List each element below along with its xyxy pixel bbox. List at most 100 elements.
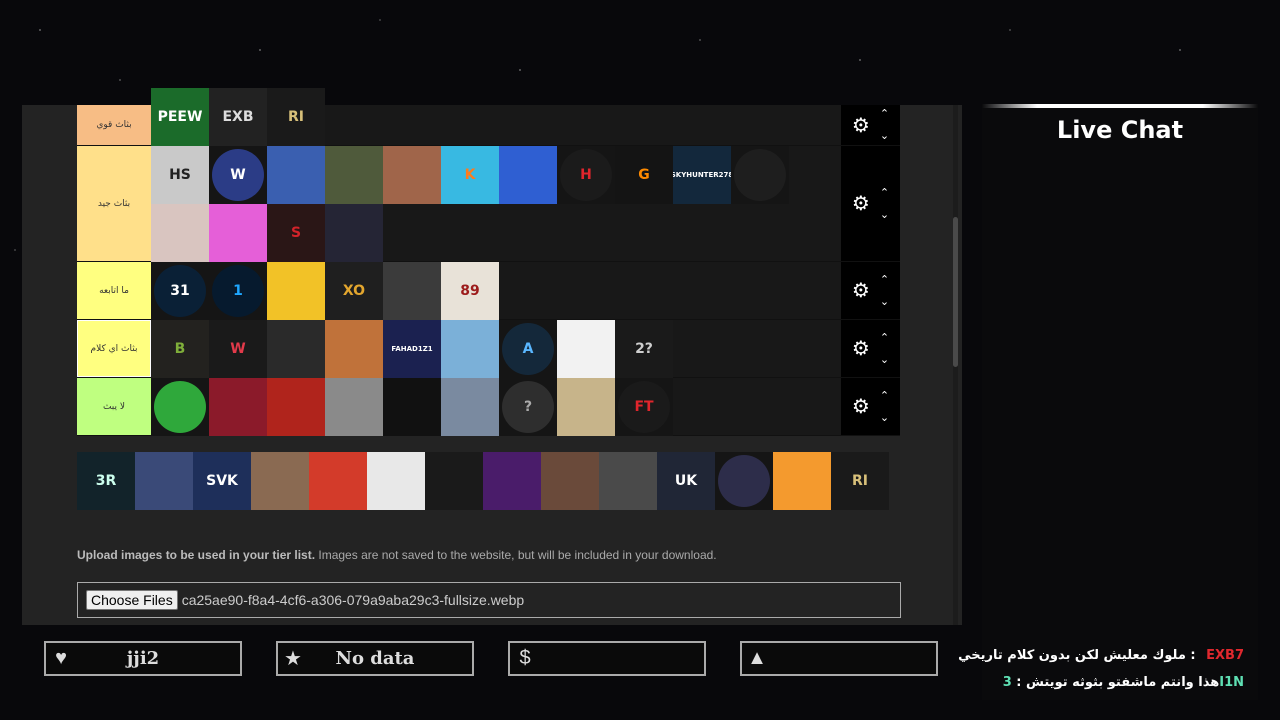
tier-image[interactable]: PEEW [151,88,209,146]
gear-icon[interactable]: ⚙ [852,191,870,216]
chevron-up-icon[interactable]: ⌃ [880,327,889,349]
file-upload-input[interactable]: Choose Files ca25ae90-f8a4-4cf6-a306-079… [77,582,901,618]
tier-row: ما اتابعه 31 1 XO 89 ⚙ ⌃ ⌄ [77,262,900,320]
tier-image[interactable] [267,378,325,436]
tier-image-label: FAHAD1Z1 [391,345,433,353]
tier-image[interactable] [367,452,425,510]
tier-image[interactable] [441,320,499,378]
tier-image-label: RI [288,109,304,125]
tier-image[interactable] [267,320,325,378]
chevron-up-icon[interactable]: ⌃ [880,385,889,407]
chevron-up-icon[interactable]: ⌃ [880,182,889,204]
gear-icon[interactable]: ⚙ [852,113,870,138]
tier-image[interactable]: 1 [209,262,267,320]
tier-image[interactable] [309,452,367,510]
tier-image[interactable] [209,204,267,262]
tier-image[interactable]: SKYHUNTER278 [673,146,731,204]
tier-image[interactable]: S [267,204,325,262]
tier-image[interactable]: FAHAD1Z1 [383,320,441,378]
tier-image[interactable]: W [209,146,267,204]
chevron-up-icon[interactable]: ⌃ [880,103,889,125]
tier-image[interactable] [135,452,193,510]
stat-box-stars: ★ No data [276,641,474,676]
tier-image[interactable]: RI [267,88,325,146]
tier-image[interactable] [151,378,209,436]
panel-scrollbar[interactable] [953,105,958,625]
tier-image[interactable] [715,452,773,510]
tier-image[interactable] [441,378,499,436]
tier-image[interactable] [325,204,383,262]
tier-image[interactable] [599,452,657,510]
tier-image[interactable]: 3R [77,452,135,510]
tier-image[interactable] [209,378,267,436]
chevron-down-icon[interactable]: ⌄ [880,349,889,371]
chevron-down-icon[interactable]: ⌄ [880,204,889,226]
gear-icon[interactable]: ⚙ [852,278,870,303]
tier-image[interactable]: H [557,146,615,204]
tier-image[interactable]: SVK [193,452,251,510]
tier-image-label: FT [618,381,670,433]
choose-files-button[interactable]: Choose Files [86,590,178,610]
tier-image[interactable]: 2? [615,320,673,378]
tier-image[interactable]: EXB [209,88,267,146]
tier-image-label: 89 [460,283,480,299]
tier-image-label: PEEW [157,109,203,125]
tier-image[interactable]: XO [325,262,383,320]
tier-image-label: XO [342,283,366,299]
move-arrows: ⌃ ⌄ [880,269,889,313]
tier-label[interactable]: ما اتابعه [77,262,151,319]
gear-icon[interactable]: ⚙ [852,394,870,419]
tier-image[interactable]: UK [657,452,715,510]
tier-image[interactable] [267,146,325,204]
tier-label[interactable]: لا يبث [77,378,151,435]
tier-image[interactable] [383,378,441,436]
stat-box-bits: ▲ [740,641,938,676]
tier-image-label: 31 [154,265,206,317]
tier-image[interactable]: 31 [151,262,209,320]
tier-row: بثاث قوي PEEW EXB RI ⚙ ⌃ ⌄ [77,88,900,147]
tier-image[interactable] [483,452,541,510]
tier-image[interactable] [557,378,615,436]
tier-image[interactable] [541,452,599,510]
tier-image[interactable]: B [151,320,209,378]
tier-image[interactable] [499,146,557,204]
tier-image-label [734,149,786,201]
tier-row: بثاث جيد HS W K H G SKYHUNTER278 S ⚙ ⌃ ⌄ [77,146,900,262]
chat-title: Live Chat [1056,116,1184,144]
tier-image-label: K [464,167,476,183]
tier-image[interactable] [425,452,483,510]
chat-message: ملوك معليش لكن بدون كلام تاريخي : EXB7 [958,648,1244,663]
tier-image[interactable] [557,320,615,378]
tier-image[interactable] [325,146,383,204]
chevron-down-icon[interactable]: ⌄ [880,407,889,429]
tier-image[interactable]: K [441,146,499,204]
tier-image[interactable] [325,378,383,436]
tier-image[interactable] [325,320,383,378]
tier-image[interactable]: FT [615,378,673,436]
tier-image[interactable]: RI [831,452,889,510]
gear-icon[interactable]: ⚙ [852,336,870,361]
tier-image[interactable]: ? [499,378,557,436]
tier-image[interactable]: A [499,320,557,378]
chevron-down-icon[interactable]: ⌄ [880,291,889,313]
tier-image[interactable] [383,146,441,204]
tier-image[interactable]: W [209,320,267,378]
chevron-up-icon[interactable]: ⌃ [880,269,889,291]
tier-list-panel: بثاث قوي PEEW EXB RI ⚙ ⌃ ⌄ بثاث جيد HS W K H G SKYHUN… [22,88,962,625]
tier-image[interactable] [731,146,789,204]
scrollbar-thumb[interactable] [953,217,958,367]
triangle-icon: ▲ [747,647,767,669]
tier-image[interactable] [383,262,441,320]
tier-image[interactable] [267,262,325,320]
tier-label[interactable]: بثاث جيد [77,146,151,261]
stat-box-donations: $ [508,641,706,676]
tier-image[interactable] [251,452,309,510]
chevron-down-icon[interactable]: ⌄ [880,125,889,147]
tier-image[interactable]: 89 [441,262,499,320]
tier-label[interactable]: بثاث اي كلام [77,320,151,377]
tier-label[interactable]: بثاث قوي [77,105,151,145]
tier-image[interactable] [151,204,209,262]
tier-image[interactable]: HS [151,146,209,204]
tier-image[interactable]: G [615,146,673,204]
tier-image[interactable] [773,452,831,510]
